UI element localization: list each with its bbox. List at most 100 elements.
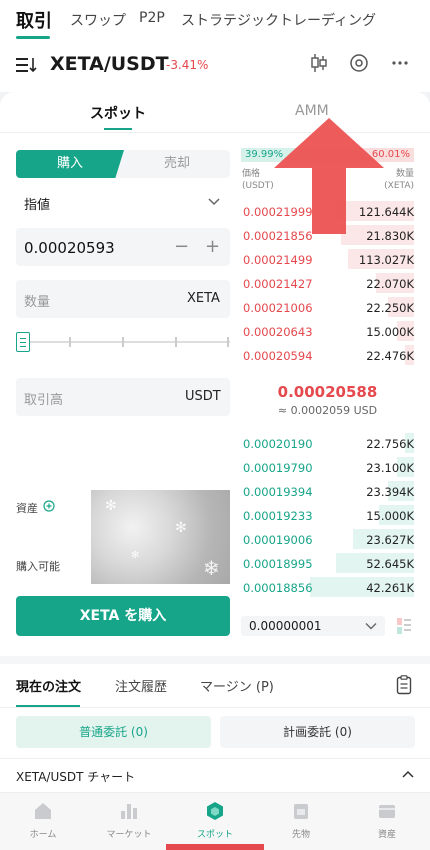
tab-amm[interactable]: AMM	[295, 103, 329, 119]
tabbar-assets[interactable]: 資産	[344, 793, 430, 850]
spot-icon	[207, 802, 223, 820]
tab-swap[interactable]: スワップ	[70, 10, 126, 30]
amount-slider[interactable]	[16, 330, 230, 354]
bid-row[interactable]: 0.00019233 15.000K	[241, 505, 414, 525]
price-column-header: 価格 (USDT)	[242, 169, 274, 191]
annotation-arrow-icon	[274, 118, 384, 234]
top-nav: 取引 スワップ P2P ストラテジックトレーディング	[0, 0, 430, 44]
bid-qty: 15.000K	[366, 509, 414, 523]
last-price[interactable]: 0.00020588	[241, 383, 414, 401]
divider	[0, 707, 430, 708]
last-price-usd: ≈ 0.0002059 USD	[277, 404, 378, 417]
watch-icon[interactable]	[348, 52, 370, 74]
buy-xeta-button[interactable]: XETA を購入	[16, 596, 230, 636]
slider-tick	[227, 337, 229, 347]
ask-row[interactable]: 0.00020643 15.000K	[241, 321, 414, 341]
tabbar-label: 先物	[291, 830, 310, 840]
ask-price: 0.00021006	[243, 301, 313, 315]
assets-label: 資産	[16, 502, 38, 515]
slider-thumb[interactable]	[16, 332, 30, 352]
tabbar-market[interactable]: マーケット	[86, 793, 172, 850]
bid-row[interactable]: 0.00019394 23.394K	[241, 481, 414, 501]
sell-side-button[interactable]: 売却	[124, 150, 230, 178]
tab-trade[interactable]: 取引	[16, 7, 52, 33]
amount-placeholder: 数量	[24, 295, 51, 310]
ask-row[interactable]: 0.00021427 22.070K	[241, 273, 414, 293]
orders-tabs: 現在の注文 注文履歴 マージン (P)	[0, 666, 430, 707]
pair-menu-icon[interactable]	[16, 56, 38, 74]
tab-margin[interactable]: マージン (P)	[200, 676, 274, 695]
tab-strategic-trading[interactable]: ストラテジックトレーディング	[181, 10, 376, 30]
bid-price: 0.00019790	[243, 461, 313, 475]
precision-value: 0.00000001	[249, 619, 322, 633]
price-change: -3.41%	[166, 58, 209, 72]
tab-p2p[interactable]: P2P	[139, 10, 165, 26]
orderbook-layout-icon[interactable]	[396, 617, 412, 635]
orders-document-icon[interactable]	[396, 675, 412, 695]
bid-price: 0.00019006	[243, 533, 313, 547]
candlestick-chart-icon[interactable]	[309, 52, 329, 74]
slider-tick	[175, 337, 177, 347]
chevron-down-icon	[208, 198, 220, 206]
tab-open-orders[interactable]: 現在の注文	[16, 676, 81, 695]
active-tab-underline	[16, 36, 50, 39]
ask-row[interactable]: 0.00020594 22.476K	[241, 345, 414, 365]
divider	[0, 758, 430, 759]
bid-row[interactable]: 0.00019006 23.627K	[241, 529, 414, 549]
tabbar-spot[interactable]: スポット	[172, 793, 258, 850]
bid-qty: 23.394K	[366, 485, 414, 499]
tabbar-label: 資産	[377, 830, 396, 840]
bid-qty: 23.627K	[366, 533, 414, 547]
price-plus-button[interactable]: +	[205, 236, 220, 257]
tabbar-label: ホーム	[29, 830, 57, 840]
more-icon[interactable]	[390, 52, 410, 74]
add-asset-icon[interactable]	[43, 500, 55, 512]
bid-row[interactable]: 0.00018995 52.645K	[241, 553, 414, 573]
futures-icon	[294, 804, 308, 819]
total-placeholder: 取引高	[24, 393, 64, 408]
ask-qty: 22.070K	[366, 277, 414, 291]
price-value: 0.00020593	[24, 239, 115, 257]
plan-orders-button[interactable]: 計画委託 (0)	[220, 716, 415, 748]
total-unit: USDT	[185, 389, 221, 404]
bid-row[interactable]: 0.00018856 42.261K	[241, 577, 414, 597]
bid-qty: 22.756K	[366, 437, 414, 451]
tabbar-label: マーケット	[106, 830, 152, 840]
ask-qty: 22.250K	[366, 301, 414, 315]
bid-price: 0.00019233	[243, 509, 313, 523]
bid-row[interactable]: 0.00020190 22.756K	[241, 433, 414, 453]
tab-order-history[interactable]: 注文履歴	[115, 676, 167, 695]
slider-tick	[122, 337, 124, 347]
highlight-bar	[166, 844, 264, 850]
bid-price: 0.00018995	[243, 557, 313, 571]
buy-side-button[interactable]: 購入	[16, 150, 124, 178]
slider-tick	[69, 337, 71, 347]
bid-row[interactable]: 0.00019790 23.100K	[241, 457, 414, 477]
price-input[interactable]: 0.00020593 − +	[16, 228, 230, 266]
bid-price: 0.00020190	[243, 437, 313, 451]
tabbar-home[interactable]: ホーム	[0, 793, 86, 850]
price-minus-button[interactable]: −	[174, 236, 189, 257]
bid-qty: 42.261K	[366, 581, 414, 595]
pair-title[interactable]: XETA/USDT	[50, 53, 169, 75]
ask-row[interactable]: 0.00021499 113.027K	[241, 249, 414, 269]
bid-qty: 52.645K	[366, 557, 414, 571]
total-input[interactable]: 取引高 USDT	[16, 378, 230, 416]
tab-spot[interactable]: スポット	[90, 103, 146, 123]
tabbar-futures[interactable]: 先物	[258, 793, 344, 850]
spot-tab-underline	[104, 128, 132, 130]
ask-row[interactable]: 0.00021006 22.250K	[241, 297, 414, 317]
chart-link[interactable]: XETA/USDT チャート	[16, 768, 135, 785]
normal-orders-button[interactable]: 普通委託 (0)	[16, 716, 211, 748]
amount-input[interactable]: 数量 XETA	[16, 280, 230, 318]
ask-price: 0.00021499	[243, 253, 313, 267]
ask-qty: 15.000K	[366, 325, 414, 339]
precision-select[interactable]: 0.00000001	[241, 616, 385, 636]
amount-unit: XETA	[187, 291, 220, 306]
order-type-select[interactable]: 指値	[16, 192, 230, 214]
bid-qty: 23.100K	[366, 461, 414, 475]
bid-price: 0.00019394	[243, 485, 313, 499]
blurred-overlay-image: ✻ ✻ ❄ ✻	[91, 490, 230, 584]
chevron-up-icon[interactable]	[402, 770, 414, 779]
bottom-tab-bar: ホーム マーケット スポット 先物 資産	[0, 792, 430, 850]
